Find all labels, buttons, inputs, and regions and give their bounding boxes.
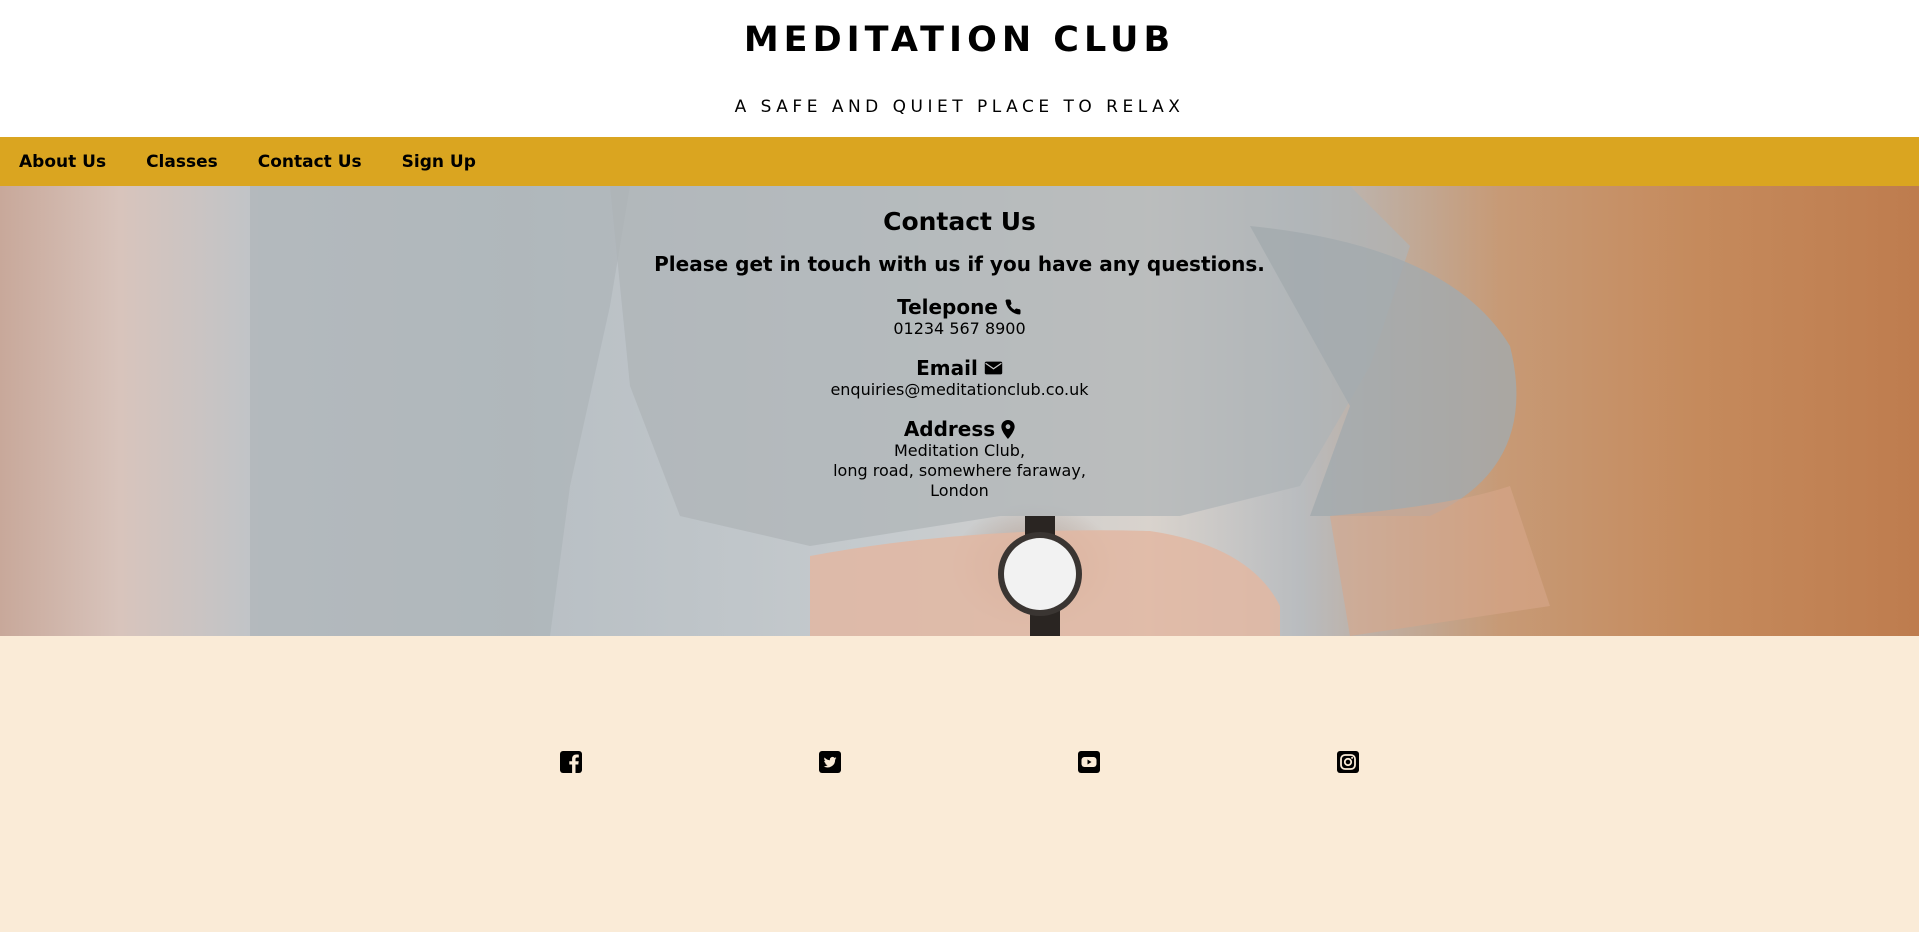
tagline: A SAFE AND QUIET PLACE TO RELAX	[734, 97, 1185, 117]
telephone-block: Telepone 01234 567 8900	[0, 295, 1919, 339]
contact-heading: Contact Us	[883, 207, 1036, 236]
telephone-value: 01234 567 8900	[893, 319, 1026, 338]
telephone-label: Telepone	[897, 295, 998, 319]
hero-photo-watch	[998, 516, 1082, 636]
youtube-icon[interactable]	[1077, 750, 1101, 774]
site-header: MEDITATION CLUB A SAFE AND QUIET PLACE T…	[0, 0, 1919, 137]
contact-intro: Please get in touch with us if you have …	[654, 252, 1265, 276]
twitter-icon[interactable]	[818, 750, 842, 774]
address-label: Address	[903, 417, 996, 441]
address-title: Address	[904, 417, 1015, 441]
email-block: Email enquiries@meditationclub.co.uk	[0, 356, 1919, 400]
address-line-3: London	[930, 481, 989, 500]
email-title: Email	[916, 356, 1003, 380]
address-line-1: Meditation Club,	[893, 441, 1026, 460]
phone-icon	[1005, 299, 1021, 315]
telephone-title: Telepone	[897, 295, 1022, 319]
site-title: MEDITATION CLUB	[743, 20, 1176, 60]
site-footer	[0, 636, 1919, 932]
facebook-icon[interactable]	[559, 750, 583, 774]
envelope-icon	[984, 361, 1003, 375]
email-label: Email	[916, 356, 978, 380]
map-marker-icon	[1001, 419, 1015, 439]
email-value[interactable]: enquiries@meditationclub.co.uk	[0, 380, 1919, 400]
address-block: Address Meditation Club, long road, some…	[0, 417, 1919, 501]
nav-link-sign-up[interactable]: Sign Up	[402, 152, 476, 172]
address-line-2: long road, somewhere faraway,	[833, 461, 1086, 480]
instagram-icon[interactable]	[1336, 750, 1360, 774]
main-navbar: About Us Classes Contact Us Sign Up	[0, 137, 1919, 186]
contact-hero: Contact Us Please get in touch with us i…	[0, 186, 1919, 636]
nav-link-contact-us[interactable]: Contact Us	[258, 152, 362, 172]
nav-link-classes[interactable]: Classes	[146, 152, 218, 172]
nav-link-about-us[interactable]: About Us	[19, 152, 106, 172]
